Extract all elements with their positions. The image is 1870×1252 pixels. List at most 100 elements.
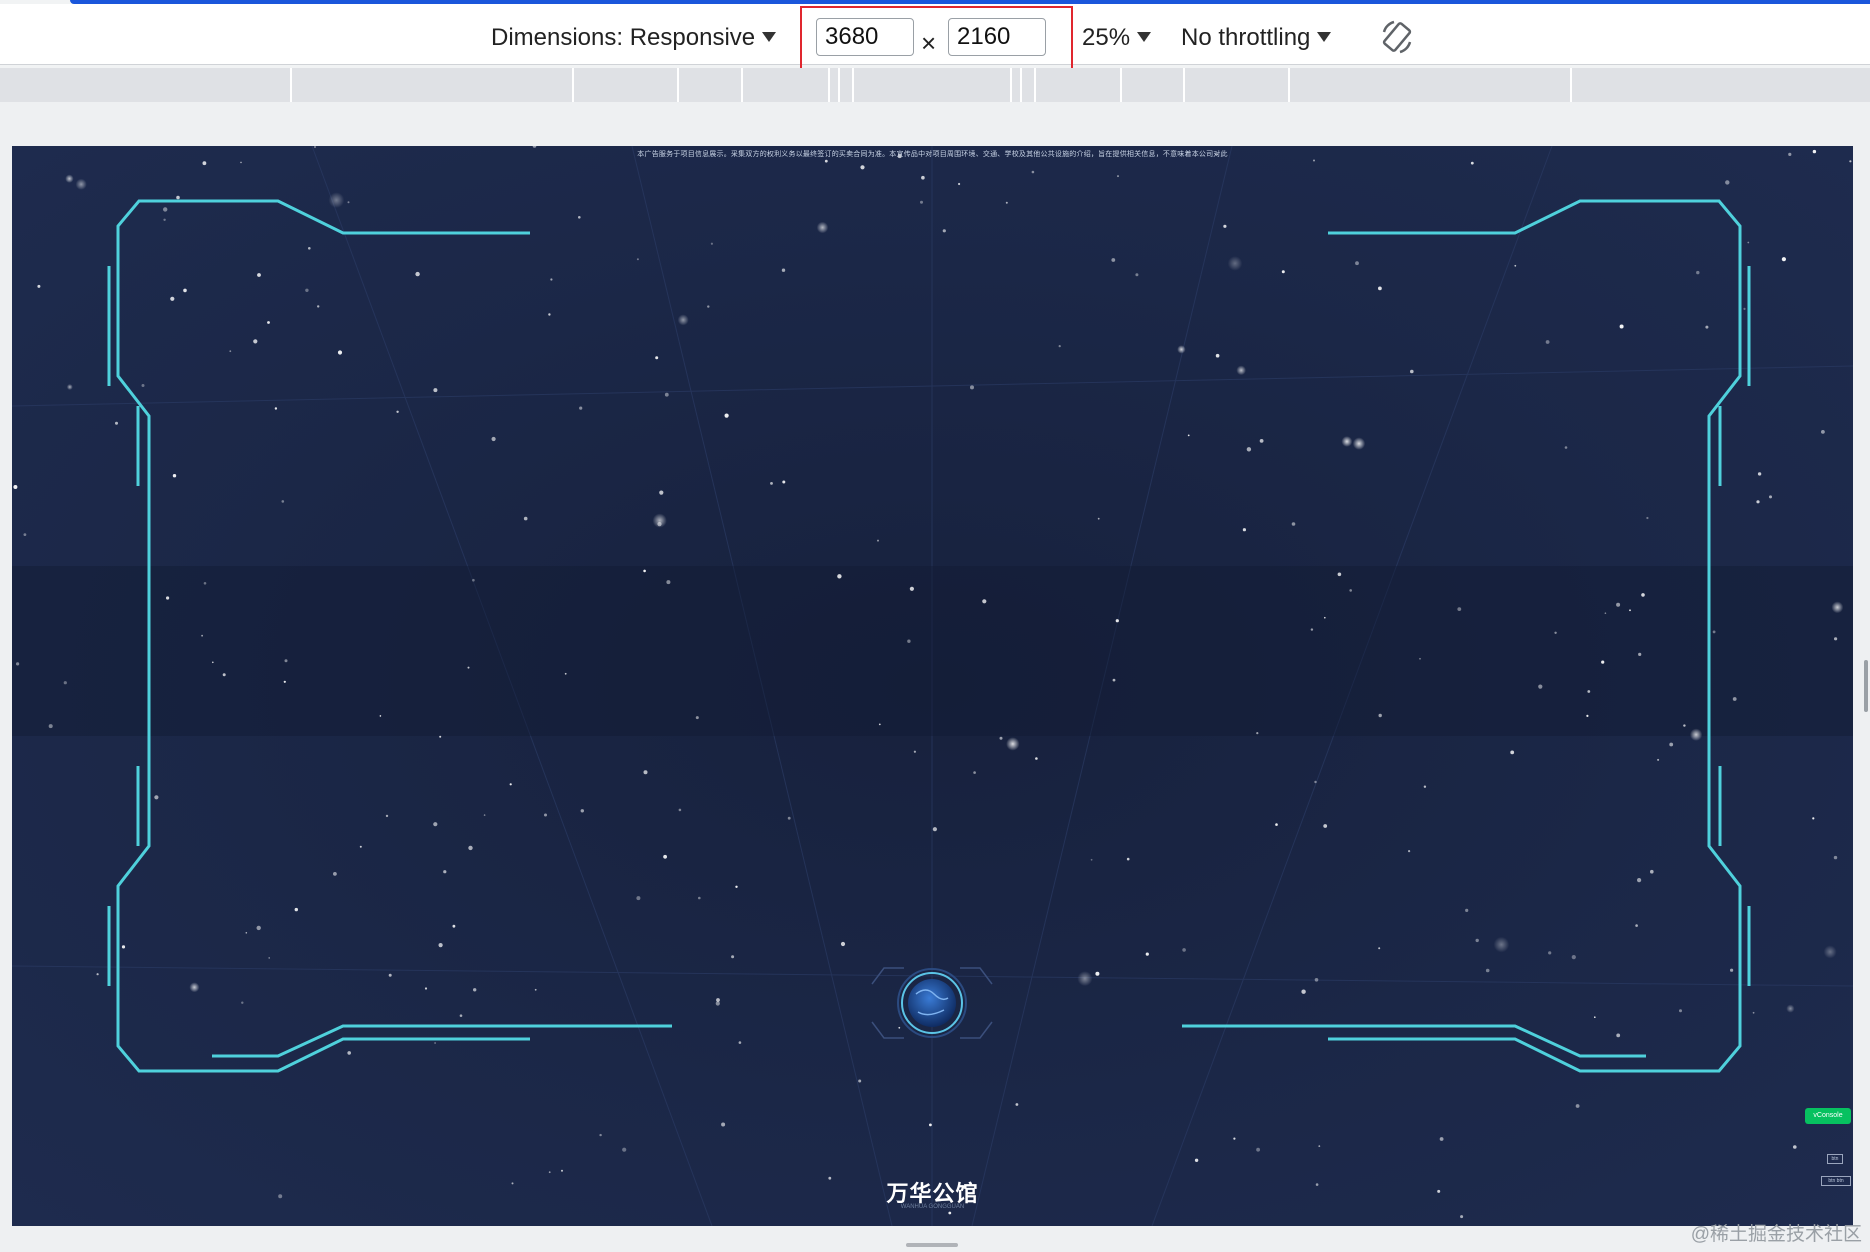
star bbox=[782, 480, 786, 484]
star bbox=[948, 1211, 952, 1215]
star bbox=[1077, 971, 1093, 987]
star bbox=[172, 474, 177, 478]
star bbox=[1352, 437, 1366, 450]
star bbox=[532, 146, 537, 148]
star bbox=[1439, 1137, 1444, 1141]
star bbox=[1281, 270, 1285, 274]
star bbox=[1679, 1009, 1682, 1013]
star bbox=[1650, 869, 1654, 874]
star bbox=[858, 1079, 862, 1083]
star bbox=[599, 1133, 602, 1137]
star bbox=[655, 356, 659, 360]
star bbox=[1457, 607, 1462, 611]
star bbox=[141, 384, 145, 387]
star bbox=[1215, 353, 1220, 358]
page-viewport[interactable]: 本广告服务于项目信息展示。采集双方的权利义务以最终签订的买卖合同为准。本宣传品中… bbox=[12, 146, 1853, 1226]
star bbox=[1756, 500, 1760, 504]
vconsole-button[interactable]: vConsole bbox=[1805, 1108, 1851, 1124]
star bbox=[738, 1041, 742, 1044]
star bbox=[698, 896, 701, 900]
star bbox=[523, 516, 528, 521]
star bbox=[1834, 637, 1838, 641]
hud-frame bbox=[12, 146, 1853, 1226]
star bbox=[1291, 522, 1296, 526]
star bbox=[1259, 439, 1264, 443]
star bbox=[1786, 1004, 1795, 1013]
star bbox=[1111, 258, 1116, 262]
star bbox=[921, 175, 925, 180]
scrollbar-handle[interactable] bbox=[1864, 660, 1868, 712]
star bbox=[652, 513, 667, 528]
star bbox=[284, 659, 288, 663]
star bbox=[314, 146, 316, 148]
star bbox=[1408, 850, 1411, 853]
star bbox=[970, 385, 974, 390]
star bbox=[1629, 609, 1631, 612]
star bbox=[909, 586, 915, 591]
zoom-dropdown[interactable]: 25% bbox=[1082, 24, 1152, 52]
chevron-down-icon bbox=[1317, 32, 1332, 42]
rotate-icon[interactable] bbox=[1378, 18, 1418, 58]
zoom-label: 25% bbox=[1082, 24, 1131, 51]
star bbox=[913, 750, 917, 753]
star bbox=[1514, 264, 1517, 267]
star bbox=[1095, 971, 1100, 976]
star bbox=[1604, 612, 1607, 614]
star bbox=[1182, 948, 1186, 952]
star bbox=[715, 1001, 720, 1006]
star bbox=[1571, 955, 1576, 960]
star bbox=[1233, 1137, 1236, 1140]
star bbox=[1246, 447, 1252, 452]
star bbox=[337, 350, 343, 355]
star bbox=[1757, 472, 1762, 476]
star bbox=[1705, 325, 1709, 329]
star bbox=[636, 258, 639, 261]
star bbox=[1313, 159, 1315, 162]
star bbox=[1035, 757, 1038, 760]
star bbox=[170, 296, 175, 301]
star bbox=[735, 885, 738, 888]
resize-handle[interactable] bbox=[906, 1243, 958, 1247]
star bbox=[659, 490, 664, 495]
star bbox=[305, 288, 309, 292]
star bbox=[385, 814, 389, 818]
star bbox=[1485, 968, 1490, 973]
star bbox=[256, 925, 261, 931]
star bbox=[65, 174, 74, 183]
star bbox=[267, 321, 270, 324]
star bbox=[643, 770, 648, 775]
dimensions-dropdown[interactable]: Dimensions: Responsive bbox=[491, 24, 777, 52]
media-query-ruler[interactable] bbox=[0, 68, 1870, 102]
star bbox=[932, 827, 938, 832]
throttling-dropdown[interactable]: No throttling bbox=[1181, 24, 1332, 52]
star bbox=[268, 957, 271, 959]
star bbox=[1638, 652, 1642, 656]
star bbox=[115, 421, 118, 425]
star bbox=[1006, 737, 1020, 751]
star bbox=[1564, 446, 1568, 449]
star bbox=[731, 955, 735, 959]
star bbox=[75, 178, 87, 190]
star bbox=[396, 410, 399, 413]
star bbox=[274, 407, 278, 410]
star bbox=[388, 973, 392, 977]
star bbox=[1423, 785, 1427, 788]
star bbox=[333, 872, 337, 876]
star bbox=[472, 578, 475, 582]
star bbox=[283, 680, 286, 683]
star bbox=[578, 216, 581, 219]
star bbox=[1587, 690, 1591, 693]
star bbox=[96, 973, 99, 976]
mini-button[interactable]: btn bbox=[1827, 1154, 1843, 1164]
mini-button[interactable]: btn btn bbox=[1821, 1176, 1851, 1186]
star bbox=[1683, 724, 1686, 727]
star bbox=[1256, 732, 1259, 735]
star bbox=[678, 808, 682, 812]
star bbox=[1177, 345, 1186, 354]
star bbox=[1194, 1158, 1199, 1162]
star bbox=[1470, 161, 1474, 165]
star bbox=[1669, 742, 1674, 747]
star bbox=[509, 783, 512, 786]
chevron-down-icon bbox=[762, 32, 777, 42]
star bbox=[379, 715, 382, 717]
